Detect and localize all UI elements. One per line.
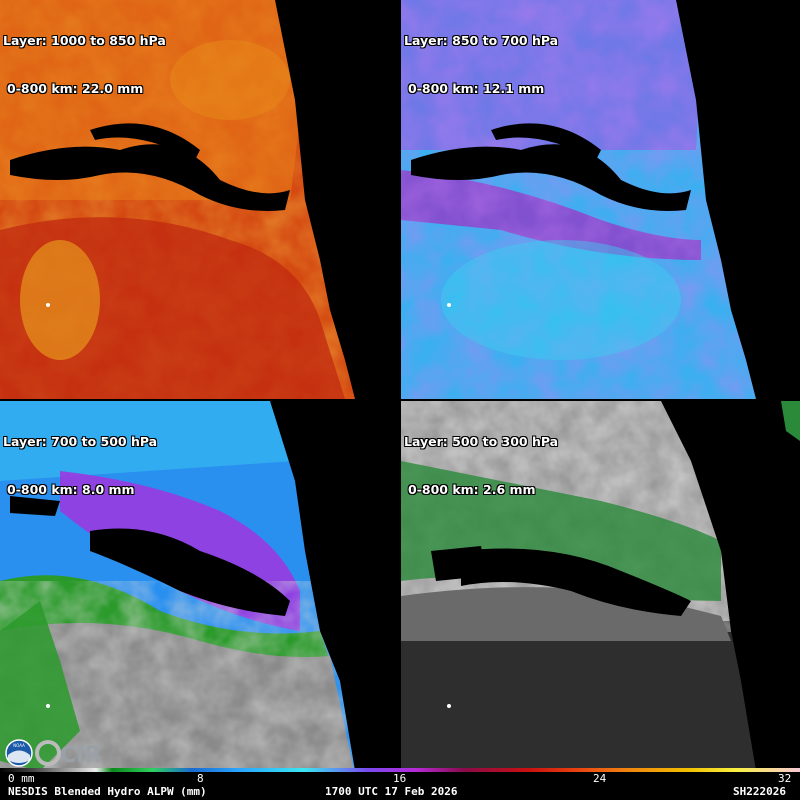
layer-title: Layer: 850 to 700 hPa xyxy=(404,33,559,48)
layer-stat: 0-800 km: 8.0 mm xyxy=(7,482,135,497)
svg-text:NOAA: NOAA xyxy=(13,743,25,748)
product-name: NESDIS Blended Hydro ALPW (mm) xyxy=(8,785,207,798)
layer-title: Layer: 500 to 300 hPa xyxy=(404,434,559,449)
panel-label: Layer: 700 to 500 hPa 0-800 km: 8.0 mm xyxy=(3,402,157,530)
layer-title: Layer: 700 to 500 hPa xyxy=(3,434,158,449)
layer-stat: 0-800 km: 22.0 mm xyxy=(7,81,144,96)
agency-logos: NOAA CIRA xyxy=(5,739,100,768)
panel-label: Layer: 850 to 700 hPa 0-800 km: 12.1 mm xyxy=(404,1,558,129)
colorbar-tick: 0 mm xyxy=(8,772,35,785)
panel-layer-850-700: Layer: 850 to 700 hPa 0-800 km: 12.1 mm xyxy=(401,0,800,399)
cira-logo-icon: CIRA xyxy=(35,740,100,768)
colorbar-legend: 0 mm 8 16 24 32 NESDIS Blended Hydro ALP… xyxy=(0,768,800,800)
panel-divider-vertical xyxy=(399,0,401,768)
colorbar-tick: 24 xyxy=(593,772,607,785)
colorbar-tick: 32 xyxy=(778,772,792,785)
layer-stat: 0-800 km: 12.1 mm xyxy=(408,81,545,96)
svg-text:CIRA: CIRA xyxy=(60,743,100,768)
panel-label: Layer: 1000 to 850 hPa 0-800 km: 22.0 mm xyxy=(3,1,166,129)
colorbar-tick: 16 xyxy=(393,772,407,785)
valid-time: 1700 UTC 17 Feb 2026 xyxy=(325,785,458,798)
colorbar-tick: 8 xyxy=(197,772,204,785)
noaa-logo-icon: NOAA xyxy=(5,739,33,767)
product-id: SH222026 xyxy=(733,785,786,798)
panel-divider-horizontal xyxy=(0,399,800,401)
panel-layer-500-300: Layer: 500 to 300 hPa 0-800 km: 2.6 mm xyxy=(401,401,800,800)
panel-layer-1000-850: Layer: 1000 to 850 hPa 0-800 km: 22.0 mm xyxy=(0,0,399,399)
layer-title: Layer: 1000 to 850 hPa xyxy=(3,33,166,48)
layer-stat: 0-800 km: 2.6 mm xyxy=(408,482,536,497)
panel-label: Layer: 500 to 300 hPa 0-800 km: 2.6 mm xyxy=(404,402,558,530)
